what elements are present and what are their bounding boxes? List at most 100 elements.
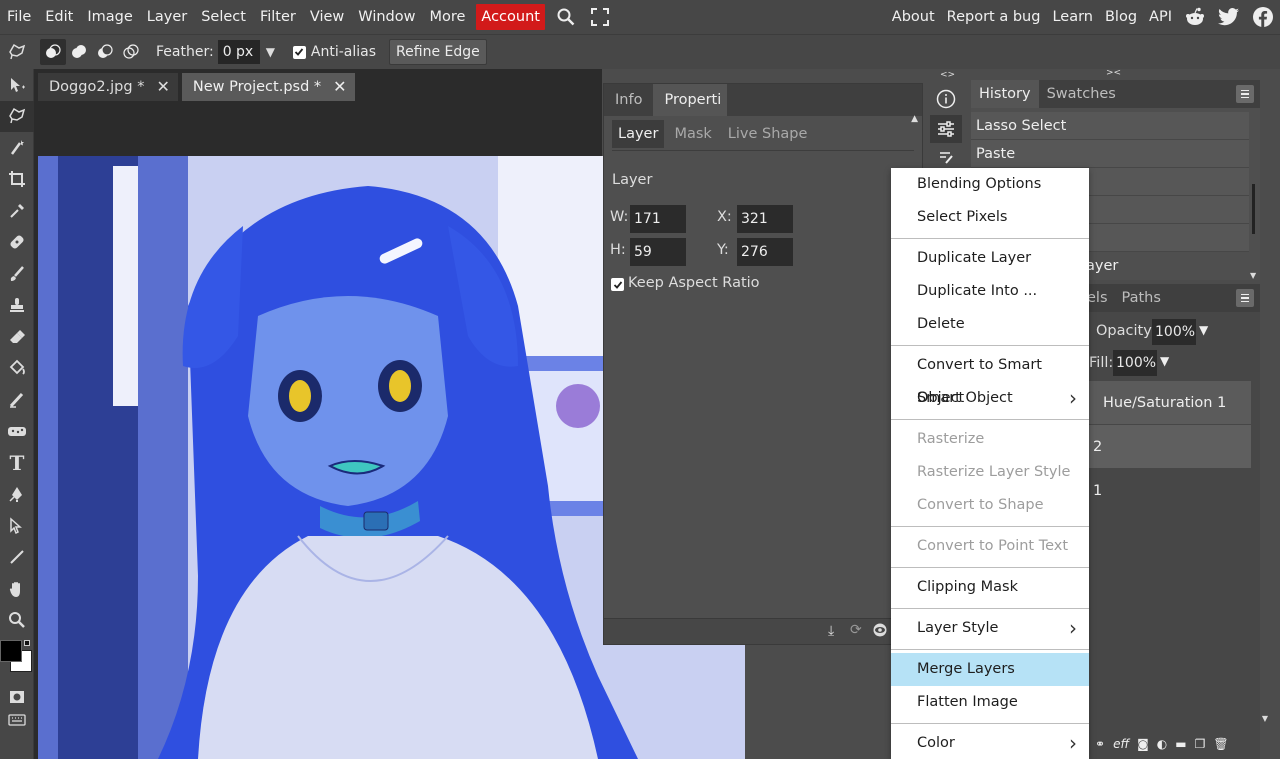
- subtract-selection-icon[interactable]: [92, 39, 118, 65]
- reset-icon[interactable]: ⟳: [850, 622, 862, 638]
- sponge-tool-icon[interactable]: [0, 416, 34, 448]
- new-layer-icon[interactable]: ❐: [1195, 737, 1206, 751]
- swap-colors-icon[interactable]: [24, 640, 30, 646]
- new-folder-icon[interactable]: ▬: [1175, 737, 1186, 751]
- hand-tool-icon[interactable]: [0, 573, 34, 605]
- history-row[interactable]: Paste: [971, 140, 1249, 168]
- tab-history[interactable]: History: [971, 80, 1039, 108]
- layer-row[interactable]: 1: [1089, 469, 1251, 513]
- info-panel-icon[interactable]: [930, 85, 962, 113]
- lasso-tool-icon[interactable]: [0, 100, 34, 132]
- antialias-checkbox[interactable]: [292, 45, 306, 59]
- menu-item-select-pixels[interactable]: Select Pixels: [891, 201, 1089, 234]
- subtab-layer[interactable]: Layer: [612, 120, 665, 148]
- doc-tab-new-project[interactable]: New Project.psd * ✕: [181, 73, 355, 101]
- facebook-icon[interactable]: [1246, 0, 1280, 34]
- lasso-tool-icon[interactable]: [4, 39, 30, 65]
- pen-tool-icon[interactable]: [0, 479, 34, 511]
- fill-dropdown-icon[interactable]: ▼: [1160, 354, 1169, 368]
- new-selection-icon[interactable]: [40, 39, 66, 65]
- refine-edge-button[interactable]: Refine Edge: [389, 39, 487, 65]
- menu-filter[interactable]: Filter: [253, 0, 303, 34]
- twitter-icon[interactable]: [1212, 0, 1246, 34]
- layers-scroll-down-icon[interactable]: ▼: [1262, 714, 1268, 723]
- menu-item-smart-object[interactable]: Smart Object ›: [891, 382, 1089, 415]
- menu-item-duplicate-layer[interactable]: Duplicate Layer: [891, 242, 1089, 275]
- tab-paths[interactable]: Paths: [1114, 284, 1169, 312]
- eraser-tool-icon[interactable]: [0, 321, 34, 353]
- menu-item-color[interactable]: Color ›: [891, 727, 1089, 759]
- line-tool-icon[interactable]: [0, 542, 34, 574]
- x-input[interactable]: 321: [737, 205, 793, 233]
- keep-aspect-checkbox[interactable]: [611, 278, 624, 291]
- zoom-tool-icon[interactable]: [0, 605, 34, 637]
- menu-edit[interactable]: Edit: [38, 0, 80, 34]
- close-icon[interactable]: ✕: [333, 73, 346, 101]
- paint-bucket-icon[interactable]: [0, 353, 34, 385]
- type-tool-icon[interactable]: T: [0, 447, 34, 479]
- link-about[interactable]: About: [886, 0, 941, 34]
- crop-tool-icon[interactable]: [0, 164, 34, 196]
- move-tool-icon[interactable]: [0, 69, 34, 101]
- menu-item-layer-style[interactable]: Layer Style ›: [891, 612, 1089, 645]
- properties-panel-icon[interactable]: [930, 115, 962, 143]
- menu-layer[interactable]: Layer: [140, 0, 194, 34]
- effects-icon[interactable]: eff: [1113, 737, 1129, 751]
- feather-dropdown-icon[interactable]: ▼: [266, 45, 275, 59]
- menu-item-blending-options[interactable]: Blending Options: [891, 168, 1089, 201]
- color-swatches[interactable]: [0, 640, 34, 685]
- link-blog[interactable]: Blog: [1099, 0, 1143, 34]
- keyboard-icon[interactable]: [0, 704, 34, 736]
- expand-collapse-icon[interactable]: <>: [925, 69, 967, 81]
- doc-tab-doggo2[interactable]: Doggo2.jpg * ✕: [38, 73, 178, 101]
- subtab-mask[interactable]: Mask: [668, 120, 717, 148]
- history-row[interactable]: Lasso Select: [971, 112, 1249, 140]
- menu-view[interactable]: View: [303, 0, 351, 34]
- account-button[interactable]: Account: [476, 4, 545, 30]
- menu-item-convert-to-smart-object[interactable]: Convert to Smart Object: [891, 349, 1089, 406]
- visibility-icon[interactable]: [872, 623, 888, 641]
- delete-layer-icon[interactable]: 🗑: [1213, 737, 1228, 751]
- subtab-live-shape[interactable]: Live Shape: [722, 120, 814, 148]
- menu-item-delete[interactable]: Delete: [891, 308, 1089, 341]
- opacity-dropdown-icon[interactable]: ▼: [1199, 323, 1208, 337]
- brush-tool-icon[interactable]: [0, 258, 34, 290]
- tab-properties[interactable]: Properti: [653, 84, 728, 116]
- smudge-tool-icon[interactable]: [0, 384, 34, 416]
- link-learn[interactable]: Learn: [1046, 0, 1099, 34]
- reddit-icon[interactable]: [1178, 0, 1212, 34]
- menu-item-flatten-image[interactable]: Flatten Image: [891, 686, 1089, 719]
- download-icon[interactable]: ⤓: [828, 623, 834, 639]
- eyedropper-icon[interactable]: [0, 195, 34, 227]
- tab-channels[interactable]: els: [1087, 284, 1114, 312]
- close-icon[interactable]: ✕: [156, 73, 169, 101]
- add-mask-icon[interactable]: ◙: [1137, 737, 1149, 751]
- search-icon[interactable]: [549, 0, 583, 34]
- link-api[interactable]: API: [1143, 0, 1178, 34]
- menu-item-merge-layers[interactable]: Merge Layers: [891, 653, 1089, 686]
- intersect-selection-icon[interactable]: [118, 39, 144, 65]
- path-selection-icon[interactable]: [0, 510, 34, 542]
- link-layers-icon[interactable]: ⚭: [1095, 737, 1105, 751]
- menu-file[interactable]: File: [0, 0, 38, 34]
- feather-input[interactable]: 0 px: [217, 40, 260, 64]
- history-scrollbar[interactable]: ▼: [1250, 114, 1258, 280]
- fill-input[interactable]: 100%: [1113, 350, 1157, 376]
- menu-window[interactable]: Window: [351, 0, 422, 34]
- history-menu-icon[interactable]: [1236, 85, 1254, 103]
- tab-swatches[interactable]: Swatches: [1039, 80, 1124, 108]
- add-selection-icon[interactable]: [66, 39, 92, 65]
- width-input[interactable]: 171: [630, 205, 686, 233]
- link-report-bug[interactable]: Report a bug: [941, 0, 1047, 34]
- collapse-panels-icon[interactable]: ><: [1106, 68, 1121, 78]
- menu-select[interactable]: Select: [194, 0, 253, 34]
- menu-item-clipping-mask[interactable]: Clipping Mask: [891, 571, 1089, 604]
- foreground-color-swatch[interactable]: [0, 640, 22, 662]
- fullscreen-icon[interactable]: [583, 0, 617, 34]
- layer-row[interactable]: 2: [1089, 425, 1251, 469]
- tab-info[interactable]: Info: [604, 84, 653, 116]
- menu-more[interactable]: More: [422, 0, 472, 34]
- opacity-input[interactable]: 100%: [1152, 319, 1196, 345]
- height-input[interactable]: 59: [630, 238, 686, 266]
- menu-image[interactable]: Image: [80, 0, 139, 34]
